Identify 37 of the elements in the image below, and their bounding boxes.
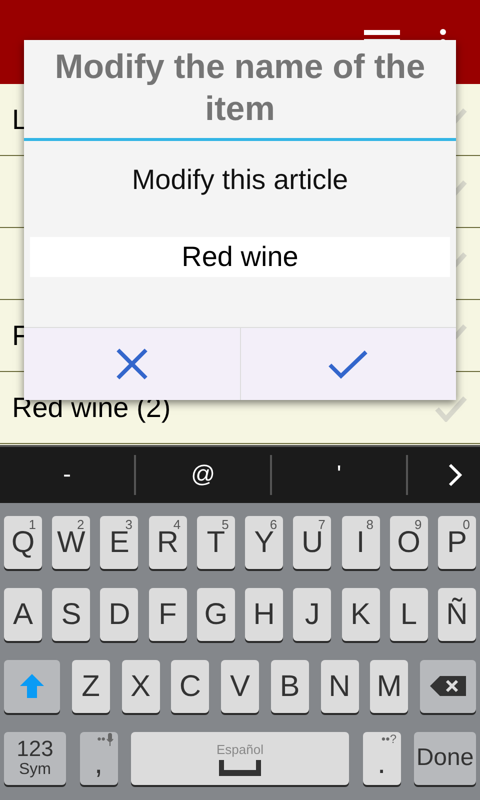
suggestion[interactable]: ' [272,457,406,493]
shift-key[interactable] [4,660,60,713]
backspace-icon [430,676,466,696]
key[interactable]: N [320,660,358,713]
comma-key[interactable]: , •• [80,732,118,785]
key[interactable]: G [196,588,235,642]
key[interactable]: V [221,660,259,713]
microphone-icon [106,732,114,746]
chevron-right-icon[interactable] [448,463,462,487]
key[interactable]: Z [72,660,110,713]
key[interactable]: B [270,660,309,713]
space-icon [219,760,261,776]
done-key[interactable]: Done [414,732,476,785]
shift-arrow-icon [19,673,45,700]
key[interactable]: X [122,660,160,713]
suggestion[interactable]: - [0,457,134,493]
dialog-message: Modify this article [132,163,348,197]
backspace-key[interactable] [420,660,476,713]
key[interactable]: K [342,588,380,642]
close-icon [116,348,148,380]
input-field[interactable]: Red wine [30,237,450,277]
key[interactable]: Ñ [438,588,476,642]
key[interactable]: L [390,588,428,642]
key[interactable]: J [293,588,332,642]
key[interactable]: S [52,588,90,642]
key[interactable]: M [370,660,408,713]
key[interactable]: F [148,588,187,642]
key[interactable]: A [4,588,42,642]
symbols-key[interactable]: 123 Sym [4,732,66,785]
check-icon[interactable] [434,394,468,422]
period-key[interactable]: . ••? [362,732,400,785]
key[interactable]: C [171,660,210,713]
suggestion[interactable]: @ [136,457,270,493]
key[interactable]: D [100,588,138,642]
key[interactable]: H [245,588,284,642]
dialog-title: Modify the name of the item [24,40,456,141]
check-icon [328,349,368,379]
